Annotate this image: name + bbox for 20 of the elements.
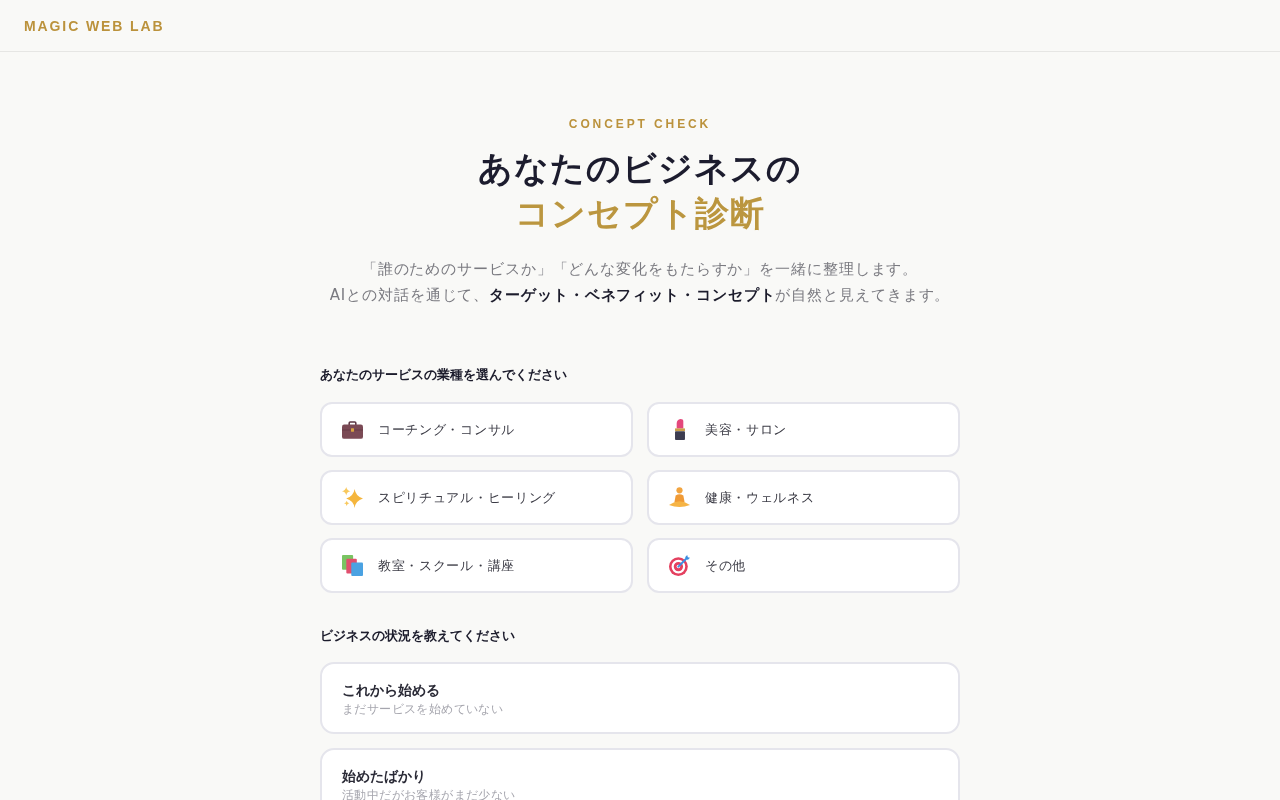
industry-option[interactable]: スピリチュアル・ヒーリング <box>320 470 633 525</box>
industry-option[interactable]: コーチング・コンサル <box>320 402 633 457</box>
industry-option[interactable]: 教室・スクール・講座 <box>320 538 633 593</box>
sparkles-icon <box>342 487 363 508</box>
status-option[interactable]: これから始める まだサービスを始めていない <box>320 662 960 734</box>
question-label: ビジネスの状況を教えてください <box>320 627 516 645</box>
industry-option[interactable]: その他 <box>647 538 960 593</box>
title-highlight: コンセプト診断 <box>515 192 765 235</box>
industry-option[interactable]: 健康・ウェルネス <box>647 470 960 525</box>
question-label: あなたのサービスの業種を選んでください <box>320 366 568 384</box>
target-icon <box>669 555 690 576</box>
books-icon <box>342 555 363 576</box>
briefcase-icon <box>342 420 363 439</box>
intro-text: 「誰のためのサービスか」「どんな変化をもたらすか」を一緒に整理します。 <box>361 259 919 280</box>
meditating-person-icon <box>669 487 690 508</box>
eyebrow-text: CONCEPT CHECK <box>567 116 713 132</box>
page-title: あなたのビジネスの <box>478 147 802 190</box>
intro-text: AIとの対話を通じて、ターゲット・ベネフィット・コンセプトが自然と見えてきます。 <box>329 285 951 306</box>
lipstick-icon <box>674 419 685 440</box>
industry-option[interactable]: 美容・サロン <box>647 402 960 457</box>
